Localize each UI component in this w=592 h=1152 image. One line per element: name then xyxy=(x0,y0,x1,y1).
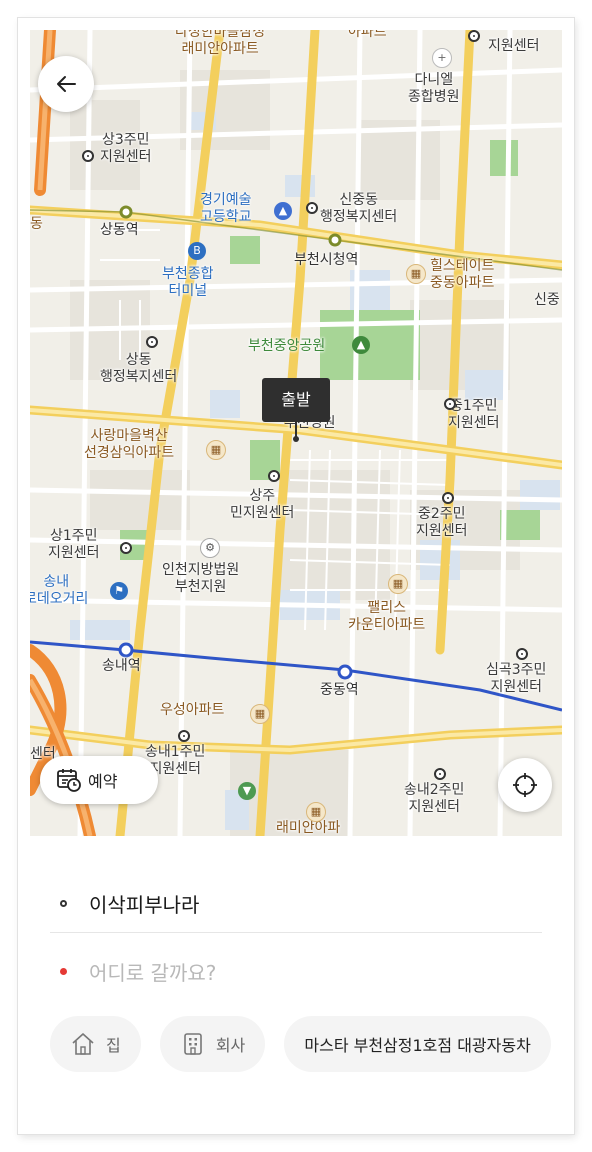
school-icon: ▲ xyxy=(274,202,292,220)
map-label-songnae-rodeo: 송내 로데오거리 xyxy=(30,574,89,607)
poi-marker xyxy=(444,398,456,410)
apartment-icon: ▦ xyxy=(388,574,408,594)
apartment-icon: ▦ xyxy=(250,704,270,724)
shortcut-recent-label: 마스타 부천삼정1호점 대광자동차 xyxy=(304,1036,531,1055)
poi-marker xyxy=(82,150,94,162)
map-label-useong-apartment: 우성아파트 xyxy=(160,702,225,718)
route-panel: 이삭피부나라 어디로 갈까요? 집 회사 마스타 부천삼정1호점 대광자동차 xyxy=(30,836,562,1122)
back-button[interactable] xyxy=(38,56,94,112)
map-label-central-park: 부천중앙공원 xyxy=(248,338,326,354)
map-label-center-top-right: 지원센터 xyxy=(488,38,540,54)
origin-dot-icon xyxy=(60,899,67,907)
destination-field[interactable]: 어디로 갈까요? xyxy=(50,942,542,1000)
reserve-button-label: 예약 xyxy=(88,772,118,791)
flag-icon: ⚑ xyxy=(110,582,128,600)
map-label-bucheon-cityhall-station: 부천시청역 xyxy=(294,252,359,268)
hospital-cross-icon: + xyxy=(432,48,452,68)
poi-marker xyxy=(434,768,446,780)
poi-marker xyxy=(442,492,454,504)
map-label-sangdong-station: 상동역 xyxy=(100,222,139,238)
map-label-top-apartment-2: 아파트 xyxy=(348,30,387,40)
start-location-marker: 출발 xyxy=(262,378,330,422)
shortcut-chips: 집 회사 마스타 부천삼정1호점 대광자동차 xyxy=(50,1016,562,1072)
destination-placeholder: 어디로 갈까요? xyxy=(89,960,217,985)
map-label-jungdong-station: 중동역 xyxy=(320,682,359,698)
map-label-songnae-station: 송내역 xyxy=(102,658,141,674)
map-label-palace-county: 팰리스 카운티아파트 xyxy=(348,600,426,633)
map-label-hillstate: 힐스테이트 중동아파트 xyxy=(430,258,495,291)
map-label-simgok3-center: 심곡3주민 지원센터 xyxy=(486,662,547,695)
map-label-sangju-center: 상주 민지원센터 xyxy=(230,488,295,521)
poi-marker xyxy=(178,730,190,742)
shortcut-work-chip[interactable]: 회사 xyxy=(159,1016,266,1072)
shortcut-home-chip[interactable]: 집 xyxy=(50,1016,141,1072)
map-label-bottom-apartment: 래미안아파 xyxy=(276,820,341,836)
poi-marker xyxy=(268,470,280,482)
map-label-sinjung-edge: 신중 xyxy=(534,292,560,308)
shortcut-home-label: 집 xyxy=(106,1036,121,1055)
origin-text: 이삭피부나라 xyxy=(89,892,200,917)
shortcut-work-label: 회사 xyxy=(215,1036,246,1055)
home-icon xyxy=(72,1033,94,1055)
poi-marker xyxy=(146,336,158,348)
arrow-left-icon xyxy=(57,76,76,92)
reserve-button[interactable]: 예약 xyxy=(40,756,158,804)
map-label-top-apartment: 다정한마을삼정 래미안아파트 xyxy=(175,30,266,57)
bus-icon: B xyxy=(188,242,206,260)
poi-marker xyxy=(120,542,132,554)
poi-marker xyxy=(468,30,480,42)
map-label-sarangmaeul-apartment: 사랑마을벽산 선경삼익아파트 xyxy=(84,428,175,461)
map-label-jung2-center: 중2주민 지원센터 xyxy=(416,506,468,539)
map-label-sinjung-admin: 신중동 행정복지센터 xyxy=(320,192,398,225)
court-icon: ⚙ xyxy=(200,538,220,558)
location-pin-icon: ▼ xyxy=(238,782,256,800)
destination-dot-icon xyxy=(60,967,67,975)
calendar-clock-icon xyxy=(57,769,81,792)
map-label-gyeonggi-art-school: 경기예술 고등학교 xyxy=(200,192,252,225)
map-label-sangdong-admin: 상동 행정복지센터 xyxy=(100,352,178,385)
start-marker-point xyxy=(293,436,299,442)
map-label-left-edge-dong: 동 xyxy=(30,216,43,232)
apartment-icon: ▦ xyxy=(406,264,426,284)
map-label-incheon-court: 인천지방법원 부천지원 xyxy=(162,562,240,595)
poi-marker xyxy=(516,648,528,660)
map-label-daniel-hospital: 다니엘 종합병원 xyxy=(408,72,460,105)
crosshair-icon xyxy=(513,773,537,797)
map-label-bucheon-terminal: 부천종합 터미널 xyxy=(162,266,214,299)
apartment-icon: ▦ xyxy=(306,802,326,822)
taxi-call-screen: 다정한마을삼정 래미안아파트 아파트 지원센터 다니엘 종합병원 상3주민 지원… xyxy=(30,30,562,1122)
map-view[interactable]: 다정한마을삼정 래미안아파트 아파트 지원센터 다니엘 종합병원 상3주민 지원… xyxy=(30,30,562,836)
park-icon: ▲ xyxy=(352,336,370,354)
map-label-sang1-center: 상1주민 지원센터 xyxy=(48,528,100,561)
building-icon xyxy=(184,1033,202,1055)
poi-marker xyxy=(306,202,318,214)
map-label-songnae2-center: 송내2주민 지원센터 xyxy=(404,782,465,815)
origin-field[interactable]: 이삭피부나라 xyxy=(50,874,542,933)
current-location-button[interactable] xyxy=(498,758,552,812)
apartment-icon: ▦ xyxy=(206,440,226,460)
shortcut-recent-chip[interactable]: 마스타 부천삼정1호점 대광자동차 xyxy=(284,1016,551,1072)
map-label-sang3-center: 상3주민 지원센터 xyxy=(100,132,152,165)
